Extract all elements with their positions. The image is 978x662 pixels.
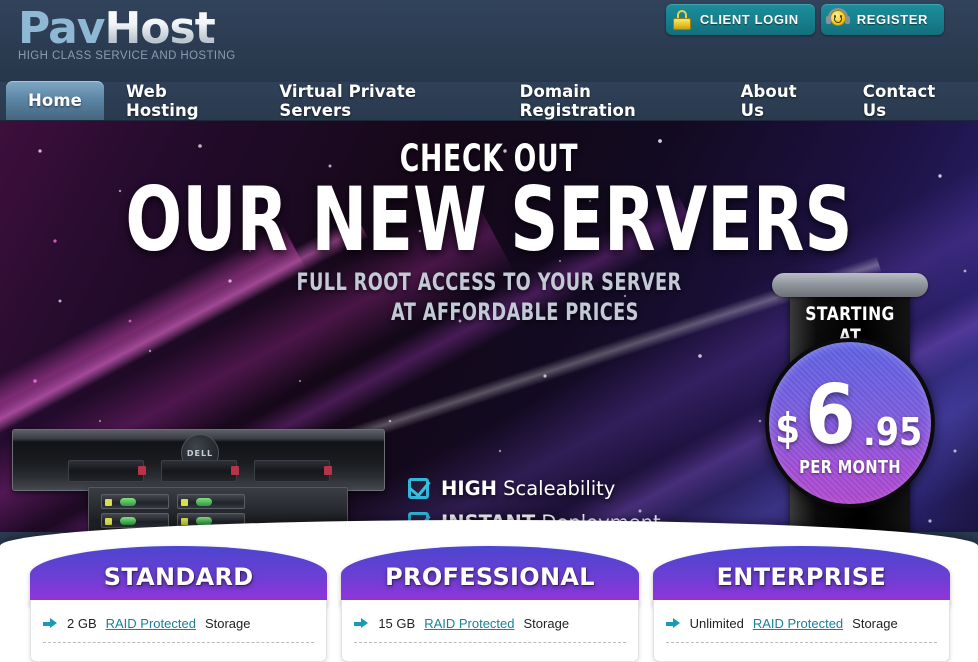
checkbox-check-icon [408,477,429,499]
plan-name: PROFESSIONAL [385,563,595,591]
plan-storage-suffix: Storage [523,616,570,631]
raid-protected-link[interactable]: RAID Protected [753,616,843,631]
smiley-headset-icon [825,7,850,31]
hero-headline: OUR NEW SERVERS [125,168,853,271]
hero-banner: CHECK OUT OUR NEW SERVERS FULL ROOT ACCE… [0,121,978,532]
plan-storage-suffix: Storage [204,616,251,631]
register-label: REGISTER [856,12,928,27]
plan-card-header: ENTERPRISE [652,546,950,608]
plan-feature-divider [354,642,626,643]
price-cents: .95 [863,410,923,454]
client-login-button[interactable]: CLIENT LOGIN [665,4,815,35]
client-login-label: CLIENT LOGIN [699,12,799,27]
arrow-right-icon [43,618,58,629]
raid-protected-link[interactable]: RAID Protected [106,616,196,631]
logo-text-secondary: Host [104,3,215,54]
plan-card-body: Unlimited RAID Protected Storage [652,600,950,662]
nav-item-domain-registration[interactable]: Domain Registration [498,81,719,120]
plan-card-standard[interactable]: STANDARD 2 GB RAID Protected Storage [30,546,328,662]
plan-card-list: STANDARD 2 GB RAID Protected Storage PRO… [0,520,978,662]
logo-text-primary: Pav [18,3,105,54]
feature-text: HIGH Scaleability [441,477,615,500]
plan-card-header: STANDARD [30,546,328,608]
arrow-right-icon [665,618,681,629]
page-root: PavHost HIGH CLASS SERVICE AND HOSTING C… [0,0,978,662]
nav-item-virtual-private-servers[interactable]: Virtual Private Servers [257,81,497,120]
rack-server-1u: DELL [12,429,385,491]
raid-protected-link[interactable]: RAID Protected [424,616,514,631]
logo-text: PavHost [18,6,236,52]
plan-card-professional[interactable]: PROFESSIONAL 15 GB RAID Protected Storag… [341,546,639,662]
plan-feature-divider [43,642,315,643]
price-circle: $ 6 .95 PER MONTH [765,338,935,508]
feature-rest: Scaleability [503,476,616,500]
arrow-right-icon [354,618,369,629]
hero-sub-line-2: AT AFFORDABLE PRICES [391,298,639,326]
plans-section: STANDARD 2 GB RAID Protected Storage PRO… [0,520,978,662]
plan-storage-suffix: Storage [852,616,898,631]
price-badge: STARTING AT $ 6 .95 PER MONTH [765,273,935,532]
feature-item: HIGH Scaleability [408,471,695,505]
plan-storage-amount: Unlimited [689,616,744,631]
site-logo[interactable]: PavHost HIGH CLASS SERVICE AND HOSTING [18,6,236,63]
feature-emphasis: HIGH [441,476,497,500]
site-header: PavHost HIGH CLASS SERVICE AND HOSTING C… [0,0,978,82]
hero-subheadline: FULL ROOT ACCESS TO YOUR SERVER AT AFFOR… [127,269,851,325]
lock-icon [672,9,692,30]
plan-feature-divider [665,642,937,643]
server-hardware-image: DELL [10,429,385,532]
nav-item-about-us[interactable]: About Us [719,81,841,120]
plan-card-enterprise[interactable]: ENTERPRISE Unlimited RAID Protected Stor… [652,546,950,662]
plan-feature-row: 2 GB RAID Protected Storage [43,616,314,631]
plan-name: STANDARD [103,563,254,591]
plan-storage-amount: 15 GB [378,616,416,631]
price-currency: $ [775,404,801,453]
header-actions: CLIENT LOGIN REGISTER [665,4,944,35]
nav-item-contact-us[interactable]: Contact Us [841,81,978,120]
nav-item-home[interactable]: Home [6,81,104,120]
plan-card-header: PROFESSIONAL [341,546,639,608]
plan-feature-row: Unlimited RAID Protected Storage [665,616,937,631]
price-period-label: PER MONTH [799,457,901,478]
main-navigation: Home Web Hosting Virtual Private Servers… [0,81,978,121]
register-button[interactable]: REGISTER [820,4,944,35]
price-value: $ 6 .95 [773,368,927,463]
plan-card-body: 2 GB RAID Protected Storage [30,600,328,662]
price-whole: 6 [805,368,857,463]
price-ribbon-top-bar [772,273,928,297]
plan-name: ENTERPRISE [716,563,887,591]
nav-item-web-hosting[interactable]: Web Hosting [104,81,257,120]
plan-card-body: 15 GB RAID Protected Storage [341,600,639,662]
plan-feature-row: 15 GB RAID Protected Storage [354,616,625,631]
logo-tagline: HIGH CLASS SERVICE AND HOSTING [18,50,236,62]
plan-storage-amount: 2 GB [67,616,97,631]
hero-sub-line-1: FULL ROOT ACCESS TO YOUR SERVER [296,268,682,296]
